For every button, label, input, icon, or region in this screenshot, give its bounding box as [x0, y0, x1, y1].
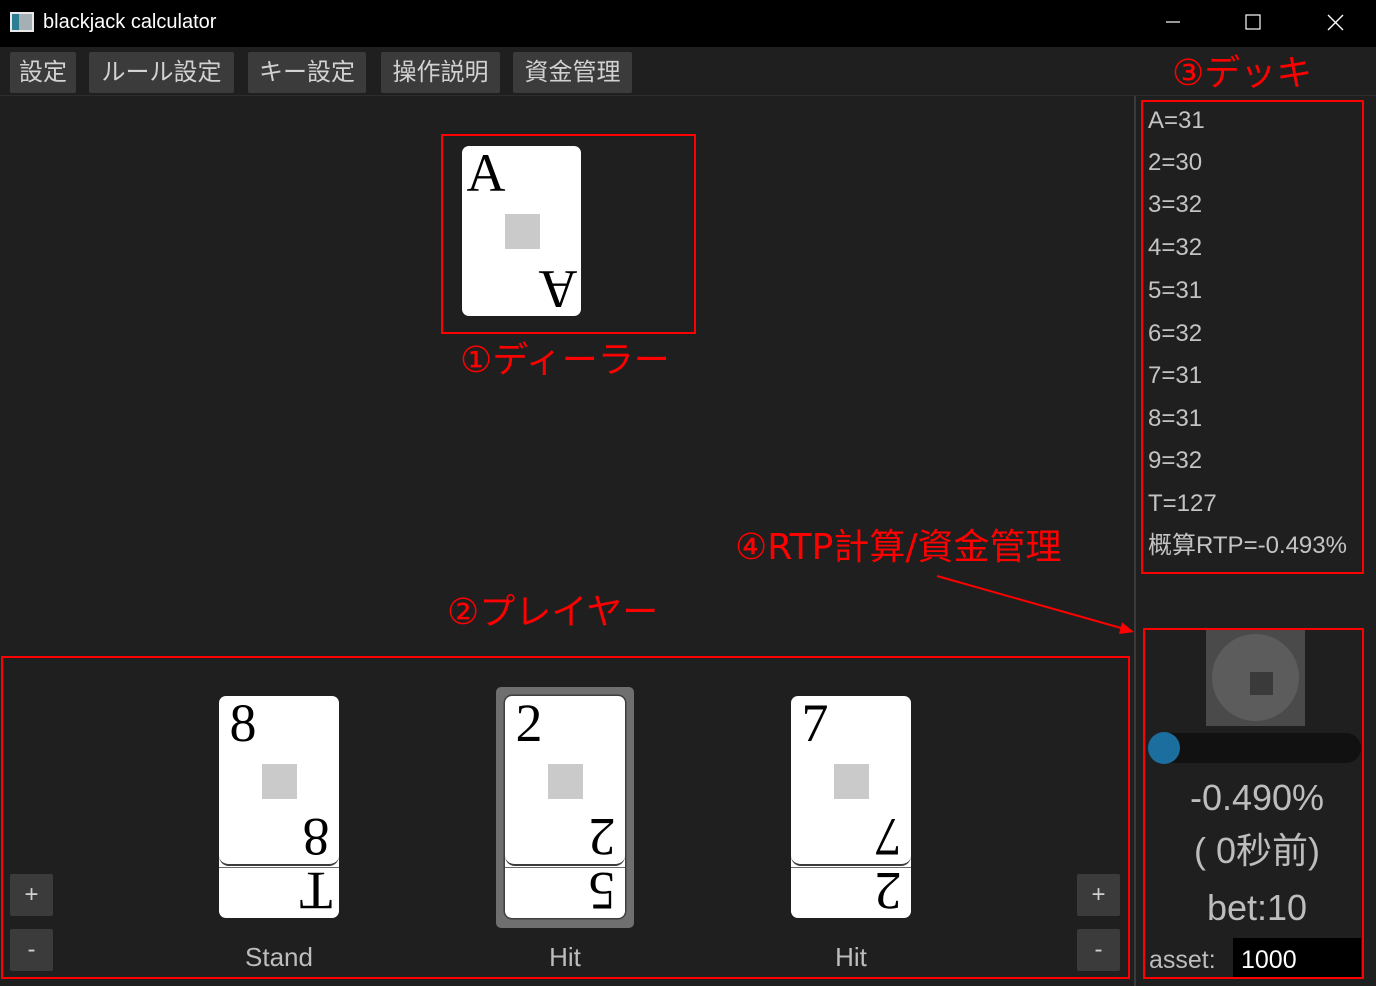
annotation-label-dealer: ①ディーラー — [460, 340, 670, 381]
deck-count-5: 5=31 — [1148, 277, 1203, 304]
hand-status-label: Hit — [835, 942, 867, 972]
close-button[interactable] — [1295, 0, 1375, 44]
player-hand-3[interactable]: 7 7 2 Hit — [791, 696, 911, 972]
menu-instructions-button[interactable]: 操作説明 — [381, 52, 500, 93]
deck-count-9: 9=32 — [1148, 447, 1203, 474]
close-icon — [1327, 14, 1343, 30]
card-center-mark — [548, 764, 583, 799]
card-rank-top-left: A — [466, 146, 506, 203]
card-rank-under: 5 — [588, 861, 616, 918]
card-stack[interactable]: 8 8 T — [219, 696, 339, 918]
annotation-label-deck: ③デッキ — [1172, 53, 1313, 94]
maximize-icon — [1245, 14, 1261, 30]
card-stack[interactable]: 7 7 2 — [791, 696, 911, 918]
annotation-label-rtp: ④RTP計算/資金管理 — [735, 527, 1062, 568]
app-window-icon — [10, 12, 34, 32]
player-hand-2[interactable]: 2 2 5 Hit — [496, 687, 634, 972]
left-minus-button[interactable]: - — [10, 929, 53, 971]
right-plus-button[interactable]: + — [1077, 874, 1120, 916]
bet-amount: bet:10 — [1206, 887, 1308, 928]
stop-button[interactable] — [1206, 628, 1305, 726]
deck-count-2: 2=30 — [1148, 149, 1203, 176]
playing-card-top: 2 2 — [505, 696, 625, 867]
menu-rule-settings-button[interactable]: ルール設定 — [89, 52, 234, 93]
maximize-button[interactable] — [1213, 0, 1293, 44]
deck-count-7: 7=31 — [1148, 362, 1203, 389]
playing-card-top: 7 7 — [791, 696, 911, 867]
hand-status-label: Stand — [245, 942, 313, 972]
menu-key-settings-button[interactable]: キー設定 — [248, 52, 366, 93]
playing-card-under: T — [219, 861, 339, 918]
menu-fund-management-button[interactable]: 資金管理 — [513, 52, 632, 93]
menu-settings-button[interactable]: 設定 — [10, 52, 76, 93]
card-rank-under: 2 — [874, 861, 902, 918]
card-rank-bottom-right: A — [538, 259, 578, 316]
maximize-icon-frame — [1245, 14, 1261, 30]
right-minus-button[interactable]: - — [1077, 929, 1120, 971]
minimize-button[interactable] — [1133, 0, 1213, 44]
annotation-label-player: ②プレイヤー — [447, 592, 659, 633]
deck-count-8: 8=31 — [1148, 405, 1203, 432]
card-rank-top-left: 8 — [229, 696, 257, 753]
title-bar: blackjack calculator — [0, 0, 1376, 47]
stop-icon-square — [1250, 672, 1273, 695]
rtp-elapsed-time: ( 0秒前) — [1193, 830, 1320, 871]
playing-card-under: 2 — [791, 861, 911, 918]
annotation-arrow-head — [1118, 622, 1134, 634]
card-stack[interactable]: 2 2 5 — [505, 696, 625, 918]
card-rank-bottom-right: 2 — [588, 807, 616, 867]
player-hand-1[interactable]: 8 8 T Stand — [219, 696, 339, 972]
rtp-progress-handle[interactable] — [1148, 732, 1180, 764]
card-center-mark — [834, 764, 869, 799]
minimize-icon — [1166, 21, 1180, 23]
playing-card-under: 5 — [505, 861, 625, 918]
deck-count-3: 3=32 — [1148, 191, 1203, 218]
card-rank-bottom-right: 8 — [302, 807, 330, 867]
playing-card-top: 8 8 — [219, 696, 339, 867]
menu-divider — [0, 95, 1376, 96]
card-rank-bottom-right: 7 — [874, 807, 902, 867]
card-rank-top-left: 2 — [515, 696, 543, 753]
rtp-progress-track[interactable] — [1148, 732, 1361, 764]
left-plus-button[interactable]: + — [10, 874, 53, 916]
card-rank-under: T — [299, 861, 333, 918]
hand-status-label: Hit — [549, 942, 581, 972]
asset-input[interactable] — [1233, 938, 1361, 978]
asset-label: asset: — [1149, 946, 1216, 974]
card-center-mark — [505, 214, 540, 249]
deck-count-a: A=31 — [1148, 107, 1205, 134]
dealer-card[interactable]: A A — [462, 146, 581, 316]
deck-count-t: T=127 — [1148, 490, 1217, 517]
card-rank-top-left: 7 — [801, 696, 829, 753]
deck-rtp-estimate: 概算RTP=-0.493% — [1148, 532, 1347, 559]
deck-count-4: 4=32 — [1148, 234, 1203, 261]
window-title: blackjack calculator — [43, 11, 217, 33]
rtp-value: -0.490% — [1189, 777, 1325, 818]
side-panel-divider — [1134, 96, 1136, 986]
stop-icon — [1212, 634, 1299, 721]
card-center-mark — [262, 764, 297, 799]
app-icon-stripe — [12, 14, 19, 30]
annotation-arrow-line — [936, 575, 1122, 629]
deck-count-6: 6=32 — [1148, 320, 1203, 347]
